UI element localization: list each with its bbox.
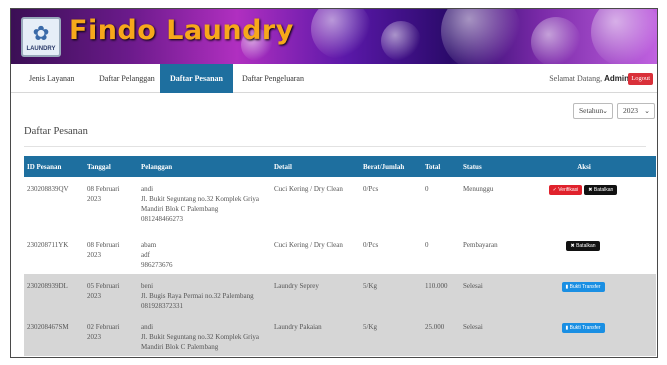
col-detail: Detail xyxy=(271,156,360,177)
order-date: 02 Februari 2023 xyxy=(84,315,138,356)
order-detail: Laundry Seprey xyxy=(271,274,360,315)
customer-cell: andi Jl. Bukit Seguntang no.32 Komplek G… xyxy=(138,315,271,356)
order-status: Selesai xyxy=(460,274,512,315)
header-banner: ✿ LAUNDRY Findo Laundry xyxy=(11,9,657,64)
nav-daftar-pengeluaran[interactable]: Daftar Pengeluaran xyxy=(242,64,332,93)
verify-label: Verifikasi xyxy=(558,187,579,193)
orders-table: ID Pesanan Tanggal Pelanggan Detail Bera… xyxy=(24,156,656,356)
actions-cell: ✖ Batalkan xyxy=(512,233,656,274)
brand-logo: ✿ LAUNDRY xyxy=(21,17,61,57)
transfer-proof-button[interactable]: ▮ Bukti Transfer xyxy=(561,282,605,292)
customer-address: Jl. Bukit Seguntang no.32 Komplek Griya … xyxy=(141,195,260,213)
order-qty: 5/Kg xyxy=(360,315,422,356)
order-status: Selesai xyxy=(460,315,512,356)
washing-machine-icon: ✿ xyxy=(32,22,50,45)
order-id: 230208467SM xyxy=(24,315,84,356)
order-detail: Cuci Kering / Dry Clean xyxy=(271,177,360,233)
transfer-proof-label: Bukti Transfer xyxy=(569,325,601,331)
order-qty: 5/Kg xyxy=(360,274,422,315)
cancel-button[interactable]: ✖ Batalkan xyxy=(584,185,618,195)
order-total: 0 xyxy=(422,233,460,274)
col-total: Total xyxy=(422,156,460,177)
cancel-button[interactable]: ✖ Batalkan xyxy=(566,241,600,251)
year-value: 2023 xyxy=(623,106,638,115)
nav-jenis-layanan[interactable]: Jenis Layanan xyxy=(29,64,89,93)
chevron-down-icon: ⌄ xyxy=(644,107,650,115)
actions-cell: ✓ Verifikasi ✖ Batalkan xyxy=(512,177,656,233)
order-total: 110.000 xyxy=(422,274,460,315)
cancel-label: Batalkan xyxy=(576,243,596,249)
table-row: 230208939DL 05 Februari 2023 beni Jl. Bu… xyxy=(24,274,656,315)
order-status: Pembayaran xyxy=(460,233,512,274)
order-total: 25.000 xyxy=(422,315,460,356)
col-tanggal: Tanggal xyxy=(84,156,138,177)
period-value: Setahun xyxy=(579,106,604,115)
divider xyxy=(24,146,646,147)
welcome-label: Selamat Datang, xyxy=(549,74,603,83)
customer-cell: abam adf 986273676 xyxy=(138,233,271,274)
order-detail: Laundry Pakaian xyxy=(271,315,360,356)
col-pelanggan: Pelanggan xyxy=(138,156,271,177)
customer-phone: 081928372331 xyxy=(141,302,183,310)
customer-phone: 081248466273 xyxy=(141,215,183,223)
order-date: 05 Februari 2023 xyxy=(84,274,138,315)
page-title: Daftar Pesanan xyxy=(24,126,88,137)
verify-button[interactable]: ✓ Verifikasi xyxy=(548,185,583,195)
col-status: Status xyxy=(460,156,512,177)
nav-daftar-pelanggan[interactable]: Daftar Pelanggan xyxy=(99,64,169,93)
transfer-proof-button[interactable]: ▮ Bukti Transfer xyxy=(561,323,605,333)
username: Admin xyxy=(604,74,629,83)
col-berat: Berat/Jumlah xyxy=(360,156,422,177)
period-select[interactable]: Setahun ⌄ xyxy=(573,103,613,119)
customer-cell: beni Jl. Bugis Raya Permai no.32 Palemba… xyxy=(138,274,271,315)
transfer-proof-label: Bukti Transfer xyxy=(569,284,601,290)
app-window: ✿ LAUNDRY Findo Laundry Jenis Layanan Da… xyxy=(10,8,658,358)
actions-cell: ▮ Bukti Transfer xyxy=(512,315,656,356)
order-date: 08 Februari 2023 xyxy=(84,177,138,233)
customer-name: abam xyxy=(141,241,157,249)
chevron-down-icon: ⌄ xyxy=(602,107,608,115)
table-row: 230208467SM 02 Februari 2023 andi Jl. Bu… xyxy=(24,315,656,356)
order-id: 230208711YK xyxy=(24,233,84,274)
order-qty: 0/Pcs xyxy=(360,177,422,233)
customer-cell: andi Jl. Bukit Seguntang no.32 Komplek G… xyxy=(138,177,271,233)
logo-caption: LAUNDRY xyxy=(26,45,56,52)
brand-title: Findo Laundry xyxy=(69,15,294,46)
logout-button[interactable]: Logout xyxy=(628,73,653,85)
customer-name: andi xyxy=(141,323,154,331)
main-nav: Jenis Layanan Daftar Pelanggan Daftar Pe… xyxy=(11,64,657,93)
nav-daftar-pesanan[interactable]: Daftar Pesanan xyxy=(160,64,233,93)
order-total: 0 xyxy=(422,177,460,233)
customer-name: beni xyxy=(141,282,154,290)
order-date: 08 Februari 2023 xyxy=(84,233,138,274)
customer-address: Jl. Bugis Raya Permai no.32 Palembang xyxy=(141,292,254,300)
customer-phone: 986273676 xyxy=(141,261,173,269)
year-select[interactable]: 2023 ⌄ xyxy=(617,103,655,119)
customer-address: Jl. Bukit Seguntang no.32 Komplek Griya … xyxy=(141,333,260,351)
actions-cell: ▮ Bukti Transfer xyxy=(512,274,656,315)
col-id: ID Pesanan xyxy=(24,156,84,177)
col-aksi: Aksi xyxy=(512,156,656,177)
customer-address: adf xyxy=(141,251,150,259)
order-detail: Cuci Kering / Dry Clean xyxy=(271,233,360,274)
order-qty: 0/Pcs xyxy=(360,233,422,274)
order-status: Menunggu xyxy=(460,177,512,233)
table-row: 230208711YK 08 Februari 2023 abam adf 98… xyxy=(24,233,656,274)
order-id: 230208839QV xyxy=(24,177,84,233)
table-row: 230208839QV 08 Februari 2023 andi Jl. Bu… xyxy=(24,177,656,233)
table-header-row: ID Pesanan Tanggal Pelanggan Detail Bera… xyxy=(24,156,656,177)
order-id: 230208939DL xyxy=(24,274,84,315)
customer-name: andi xyxy=(141,185,154,193)
cancel-label: Batalkan xyxy=(593,187,614,193)
welcome-text: Selamat Datang, Admin xyxy=(549,64,629,93)
